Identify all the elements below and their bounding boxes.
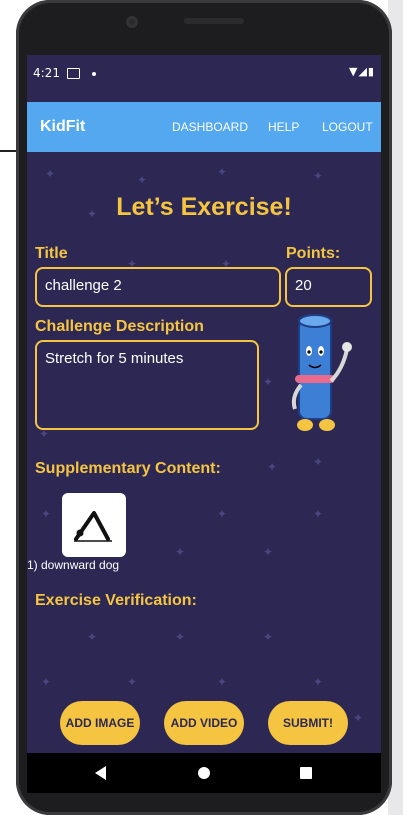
nav-logout[interactable]: LOGOUT xyxy=(322,120,373,134)
background-motif-icon: ✦ xyxy=(175,630,186,644)
background-motif-icon: ✦ xyxy=(217,165,228,179)
back-icon[interactable] xyxy=(95,766,106,780)
add-image-button[interactable]: ADD IMAGE xyxy=(60,701,140,745)
system-nav-bar xyxy=(27,753,381,793)
background-motif-icon: ✦ xyxy=(267,460,278,474)
downward-dog-pose-icon xyxy=(74,511,112,542)
background-motif-icon: ✦ xyxy=(175,545,186,559)
submit-button[interactable]: SUBMIT! xyxy=(268,701,348,745)
supplementary-caption: 1) downward dog xyxy=(27,558,120,572)
status-bar: 4:21 ▼◢▮ xyxy=(27,55,381,102)
title-label: Title xyxy=(35,245,68,262)
status-time: 4:21 xyxy=(33,66,60,80)
background-motif-icon: ✦ xyxy=(217,675,228,689)
title-field[interactable]: challenge 2 xyxy=(35,267,281,307)
home-icon[interactable] xyxy=(198,767,210,779)
exercise-verification-label: Exercise Verification: xyxy=(35,592,197,609)
nav-help[interactable]: HELP xyxy=(268,120,299,134)
background-motif-icon: ✦ xyxy=(87,630,98,644)
front-camera xyxy=(126,16,138,28)
background-motif-icon: ✦ xyxy=(313,455,324,469)
points-field[interactable]: 20 xyxy=(285,267,372,307)
notification-dot-icon xyxy=(92,72,96,76)
background-motif-icon: ✦ xyxy=(353,711,364,725)
background-motif-icon: ✦ xyxy=(313,169,324,183)
background-motif-icon: ✦ xyxy=(263,545,274,559)
add-video-button[interactable]: ADD VIDEO xyxy=(164,701,244,745)
background-motif-icon: ✦ xyxy=(137,173,148,187)
app-brand[interactable]: KidFit xyxy=(40,118,85,136)
image-notification-icon xyxy=(67,68,80,79)
points-label: Points: xyxy=(286,245,341,262)
nav-dashboard[interactable]: DASHBOARD xyxy=(172,120,248,134)
background-motif-icon: ✦ xyxy=(313,675,324,689)
background-motif-icon: ✦ xyxy=(41,675,52,689)
app-screen: 4:21 ▼◢▮ KidFit DASHBOARD HELP LOGOUT ✦ … xyxy=(27,55,381,793)
page-title: Let’s Exercise! xyxy=(116,193,292,221)
supplementary-content-label: Supplementary Content: xyxy=(35,460,221,477)
challenge-description-field[interactable]: Stretch for 5 minutes xyxy=(35,340,259,430)
background-motif-icon: ✦ xyxy=(127,675,138,689)
app-bar: KidFit DASHBOARD HELP LOGOUT xyxy=(27,102,381,152)
earpiece-speaker xyxy=(184,18,244,24)
challenge-description-label: Challenge Description xyxy=(35,318,204,335)
background-motif-icon: ✦ xyxy=(263,630,274,644)
background-motif-icon: ✦ xyxy=(41,507,52,521)
rolled-mat-mascot-icon xyxy=(291,314,352,431)
background-motif-icon: ✦ xyxy=(217,507,228,521)
recent-apps-icon[interactable] xyxy=(300,767,312,779)
background-motif-icon: ✦ xyxy=(263,375,274,389)
supplementary-thumbnail[interactable] xyxy=(62,493,126,557)
background-motif-icon: ✦ xyxy=(313,507,324,521)
signal-battery-icons: ▼◢▮ xyxy=(349,65,375,78)
background-motif-icon: ✦ xyxy=(45,167,56,181)
